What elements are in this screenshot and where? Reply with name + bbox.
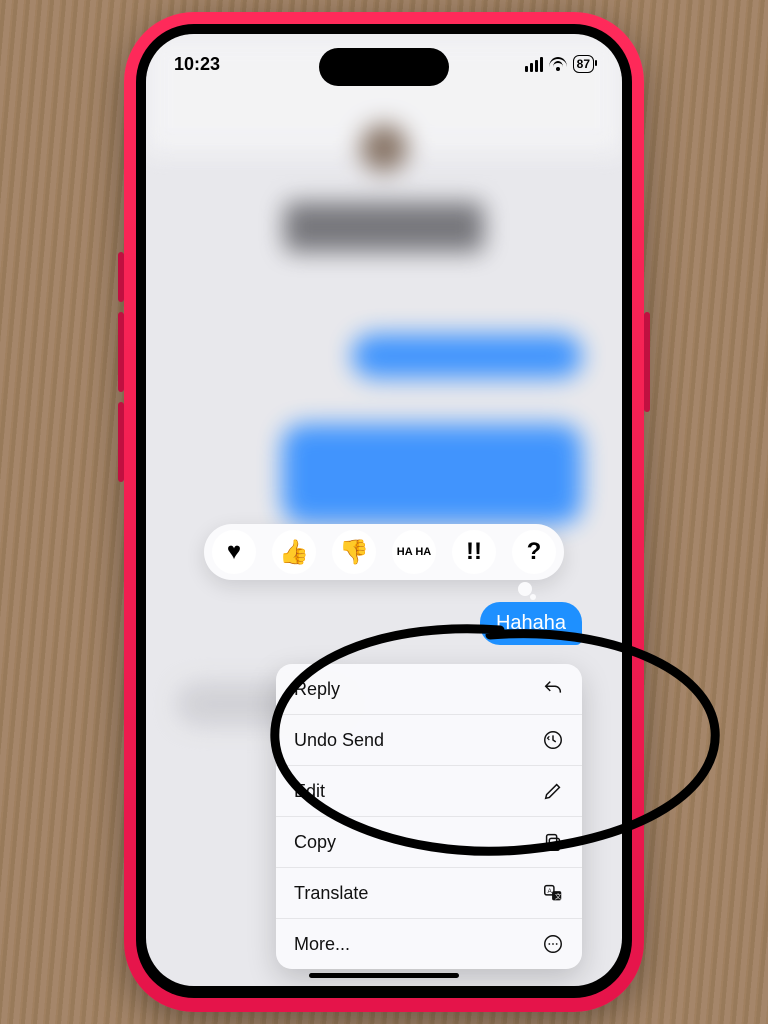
menu-more[interactable]: More... [276, 918, 582, 969]
menu-label: Edit [294, 781, 325, 802]
sent-bubble-blurred [282, 424, 582, 524]
menu-copy[interactable]: Copy [276, 816, 582, 867]
haha-icon: HA HA [397, 547, 431, 557]
svg-text:A: A [548, 888, 553, 895]
tapback-thumbs-up[interactable]: 👍 [272, 530, 316, 574]
svg-text:文: 文 [555, 892, 562, 901]
reply-icon [542, 678, 564, 700]
tapback-question[interactable]: ? [512, 530, 556, 574]
power-button [644, 312, 650, 412]
battery-indicator: 87 [573, 55, 594, 73]
menu-edit[interactable]: Edit [276, 765, 582, 816]
tapback-exclaim[interactable]: !! [452, 530, 496, 574]
exclaim-icon: !! [466, 538, 482, 566]
tapback-thumbs-down[interactable]: 👎 [332, 530, 376, 574]
menu-label: Translate [294, 883, 368, 904]
menu-reply[interactable]: Reply [276, 664, 582, 714]
tapback-tail [518, 582, 532, 596]
home-indicator[interactable] [309, 973, 459, 978]
menu-label: Copy [294, 832, 336, 853]
desk-surface: 10:23 87 [0, 0, 768, 1024]
copy-icon [542, 831, 564, 853]
contact-name-blurred [284, 202, 484, 252]
menu-label: Reply [294, 679, 340, 700]
tapback-haha[interactable]: HA HA [392, 530, 436, 574]
more-icon [542, 933, 564, 955]
selected-message-bubble[interactable]: Hahaha [480, 602, 582, 645]
pencil-icon [542, 780, 564, 802]
thumbs-down-icon: 👎 [339, 538, 369, 567]
tapback-bar: ♥ 👍 👎 HA HA !! ? [204, 524, 564, 580]
translate-icon: A文 [542, 882, 564, 904]
undo-icon [542, 729, 564, 751]
contact-avatar [360, 124, 408, 172]
context-menu: Reply Undo Send Edit [276, 664, 582, 969]
status-time: 10:23 [174, 54, 220, 75]
message-text: Hahaha [496, 612, 566, 634]
phone-case: 10:23 87 [124, 12, 644, 1012]
volume-down-button [118, 402, 124, 482]
wifi-icon [549, 57, 567, 71]
dynamic-island [319, 48, 449, 86]
menu-label: Undo Send [294, 730, 384, 751]
sent-bubble-blurred [352, 334, 582, 378]
menu-translate[interactable]: Translate A文 [276, 867, 582, 918]
battery-level: 87 [577, 57, 590, 71]
question-icon: ? [527, 538, 542, 566]
heart-icon: ♥ [227, 538, 241, 566]
volume-up-button [118, 312, 124, 392]
mute-switch [118, 252, 124, 302]
phone-bezel: 10:23 87 [136, 24, 632, 998]
menu-label: More... [294, 934, 350, 955]
cellular-icon [525, 57, 543, 72]
menu-undo-send[interactable]: Undo Send [276, 714, 582, 765]
phone-screen: 10:23 87 [146, 34, 622, 986]
tapback-heart[interactable]: ♥ [212, 530, 256, 574]
thumbs-up-icon: 👍 [279, 538, 309, 567]
